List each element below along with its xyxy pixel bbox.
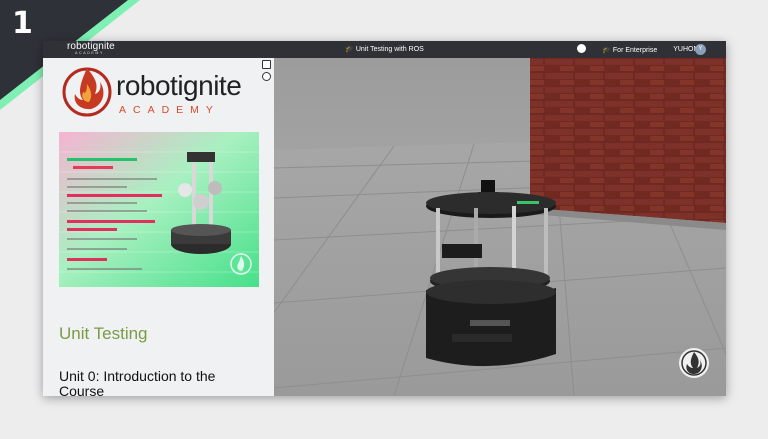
graduation-cap-icon: 🎓 bbox=[602, 46, 611, 54]
topbar-right: 🎓 For Enterprise YUHONG bbox=[577, 44, 704, 54]
course-thumbnail bbox=[59, 132, 259, 287]
flame-logo-icon bbox=[62, 67, 112, 117]
enterprise-link[interactable]: 🎓 For Enterprise bbox=[602, 46, 657, 54]
course-title: Unit Testing bbox=[59, 324, 148, 343]
flame-logo-icon bbox=[679, 348, 709, 378]
top-bar: robotignite ACADEMY 🎓 Unit Testing with … bbox=[43, 41, 726, 58]
globe-icon[interactable] bbox=[577, 44, 587, 53]
robotignite-logo: robotignite ACADEMY bbox=[61, 62, 276, 122]
refresh-icon[interactable] bbox=[262, 72, 271, 81]
logo-wordmark: robotignite bbox=[116, 70, 242, 102]
logo-word-robot: robot bbox=[116, 70, 178, 101]
simulation-view[interactable] bbox=[274, 58, 726, 396]
avatar[interactable]: Y bbox=[695, 44, 706, 55]
fullscreen-icon[interactable] bbox=[262, 60, 271, 69]
app-window: robotignite ACADEMY 🎓 Unit Testing with … bbox=[43, 41, 726, 396]
logo-word-ignite: ignite bbox=[177, 70, 242, 101]
graduation-cap-icon: 🎓 bbox=[345, 46, 354, 53]
step-number: 1 bbox=[12, 6, 33, 41]
course-panel: robotignite ACADEMY Unit Testing Unit 0:… bbox=[43, 58, 274, 396]
course-link-label: Unit Testing with ROS bbox=[355, 46, 424, 53]
enterprise-link-label: For Enterprise bbox=[612, 46, 658, 54]
unit-title[interactable]: Unit 0: Introduction to the Course bbox=[59, 369, 259, 397]
logo-subtitle: ACADEMY bbox=[119, 104, 220, 116]
